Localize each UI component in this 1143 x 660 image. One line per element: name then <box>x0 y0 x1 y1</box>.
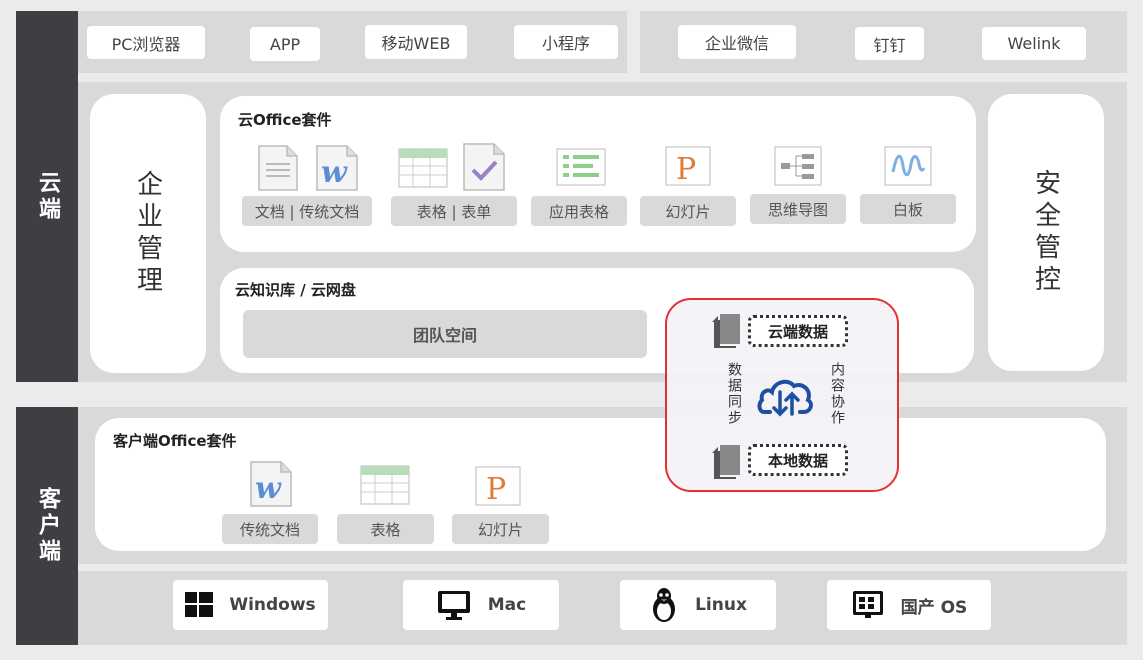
access-pill-mobile-web[interactable]: 移动WEB <box>365 25 467 59</box>
os-domestic-label: 国产 OS <box>900 597 968 618</box>
mindmap-icon <box>774 146 822 186</box>
cloud-sync-icon <box>757 379 813 417</box>
cloud-data-doc-icon <box>712 314 740 348</box>
access-pill-dingtalk[interactable]: 钉钉 <box>855 27 924 60</box>
os-domestic[interactable]: 国产 OS <box>827 580 991 630</box>
data-sync-text: 数据同步 <box>726 362 742 426</box>
app-label-mindmap[interactable]: 思维导图 <box>750 194 846 224</box>
team-space-block[interactable]: 团队空间 <box>243 310 647 358</box>
cloud-side-label: 云端 <box>16 11 78 382</box>
access-pill-app[interactable]: APP <box>250 27 320 61</box>
tux-penguin-icon <box>653 588 676 622</box>
content-collab-text: 内容协作 <box>829 362 845 426</box>
app-label-spreadsheet-form[interactable]: 表格 | 表单 <box>391 196 517 226</box>
client-spreadsheet-icon <box>360 465 410 505</box>
domestic-os-icon <box>852 591 883 618</box>
app-label-app-table[interactable]: 应用表格 <box>531 196 627 226</box>
access-pill-welink[interactable]: Welink <box>982 27 1086 60</box>
enterprise-management-panel: 企业管理 <box>90 94 206 373</box>
client-slides-icon: P <box>475 466 521 506</box>
app-label-document[interactable]: 文档 | 传统文档 <box>242 196 372 226</box>
access-pill-pc-browser[interactable]: PC浏览器 <box>87 26 205 59</box>
client-label-text: 客户端 <box>35 487 60 565</box>
os-mac-label: Mac <box>487 595 527 615</box>
client-word-icon: w <box>250 461 292 507</box>
windows-icon <box>185 592 214 617</box>
enterprise-management-title: 企业管理 <box>132 169 163 298</box>
app-label-slides[interactable]: 幻灯片 <box>640 196 736 226</box>
local-data-doc-icon <box>712 445 740 479</box>
client-office-title: 客户端Office套件 <box>113 432 237 450</box>
svg-text:w: w <box>255 471 282 506</box>
monitor-icon <box>437 591 470 620</box>
security-control-panel: 安全管控 <box>988 94 1104 371</box>
local-data-label: 本地数据 <box>748 444 848 476</box>
form-check-icon <box>463 143 505 191</box>
os-windows-label: Windows <box>229 595 316 615</box>
slides-icon: P <box>665 146 711 186</box>
knowledge-drive-title: 云知识库 / 云网盘 <box>235 281 356 299</box>
svg-text:w: w <box>321 155 348 190</box>
access-pill-wecom[interactable]: 企业微信 <box>678 25 796 59</box>
access-pill-mini-program[interactable]: 小程序 <box>514 25 618 59</box>
whiteboard-icon <box>884 146 932 186</box>
client-side-label: 客户端 <box>16 407 78 645</box>
spreadsheet-icon <box>398 148 448 188</box>
app-label-whiteboard[interactable]: 白板 <box>860 194 956 224</box>
cloud-label-text: 云端 <box>35 170 60 223</box>
cloud-data-label: 云端数据 <box>748 315 848 347</box>
document-icon <box>258 145 298 191</box>
svg-text:P: P <box>676 152 696 186</box>
os-windows[interactable]: Windows <box>173 580 328 630</box>
svg-text:P: P <box>486 472 506 506</box>
app-table-icon <box>556 148 606 186</box>
os-linux-label: Linux <box>695 595 747 615</box>
cloud-office-title: 云Office套件 <box>238 111 332 129</box>
os-mac[interactable]: Mac <box>403 580 559 630</box>
os-linux[interactable]: Linux <box>620 580 776 630</box>
client-app-label-document[interactable]: 传统文档 <box>222 514 318 544</box>
security-control-title: 安全管控 <box>1030 168 1061 297</box>
word-icon: w <box>316 145 358 191</box>
client-app-label-slides[interactable]: 幻灯片 <box>452 514 549 544</box>
client-app-label-spreadsheet[interactable]: 表格 <box>337 514 434 544</box>
